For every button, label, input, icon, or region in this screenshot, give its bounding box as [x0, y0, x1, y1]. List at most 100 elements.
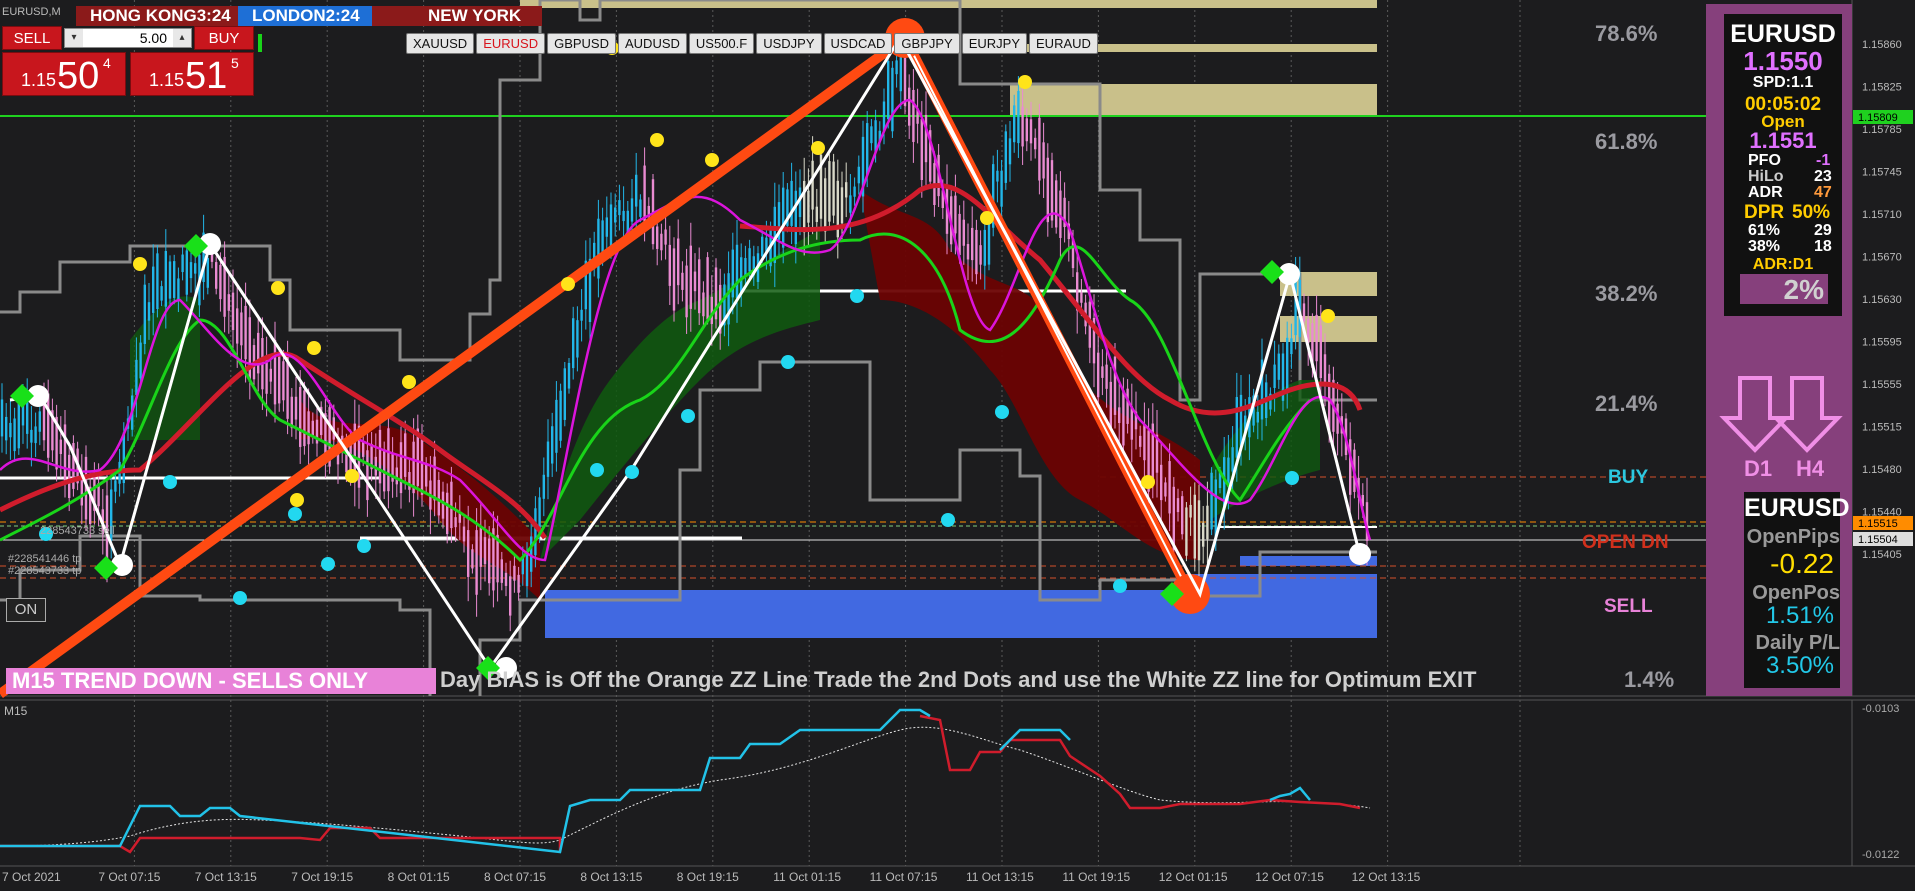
- cyan-dot: [850, 289, 864, 303]
- price-axis-label: 1.15480: [1862, 464, 1902, 476]
- symbol-tabs: XAUUSD EURUSD GBPUSD AUDUSD US500.F USDJ…: [406, 33, 1098, 54]
- exit-banner-text: Trade the 2nd Dots and use the White ZZ …: [814, 667, 1477, 692]
- session-london: LONDON2:24: [238, 6, 372, 26]
- price-axis-label: 1.15710: [1862, 209, 1902, 221]
- time-axis-label: 8 Oct 13:15: [580, 870, 642, 884]
- lot-size-value[interactable]: 5.00: [140, 30, 167, 46]
- info-adr-timeframe: ADR:D1: [1752, 256, 1814, 273]
- sub-window-label: M15: [4, 704, 28, 718]
- price-axis-label: 1.15405: [1862, 549, 1902, 561]
- sub-axis-bottom: -0.0122: [1862, 849, 1899, 861]
- yellow-dot: [811, 141, 825, 155]
- time-axis-label: 11 Oct 07:15: [870, 870, 938, 884]
- yellow-dot: [1321, 309, 1335, 323]
- bias-banner-text: Day BIAS is Off the Orange ZZ Line: [440, 667, 808, 692]
- on-toggle-button[interactable]: ON: [6, 598, 46, 622]
- info-spread: SPD:1.1: [1752, 74, 1814, 91]
- buy-quote[interactable]: 1.15 51 5: [130, 52, 254, 97]
- fib-61: 61.8%: [1595, 129, 1657, 154]
- daily-pl-value: 3.50%: [1765, 652, 1834, 679]
- tab-xauusd[interactable]: XAUUSD: [406, 33, 475, 54]
- cyan-dot: [781, 355, 795, 369]
- one-click-trading-panel: SELL ▾ 5.00 ▴ BUY 1.15 50 4 1.15 51 5: [2, 26, 254, 97]
- yellow-dot: [290, 493, 304, 507]
- sell-quote[interactable]: 1.15 50 4: [2, 52, 126, 97]
- lot-decrease-icon[interactable]: ▾: [65, 29, 83, 47]
- time-axis-label: 11 Oct 13:15: [966, 870, 1034, 884]
- panel-indicator-icon: [258, 34, 262, 52]
- info-open-price: 1.1551: [1749, 128, 1817, 153]
- time-axis-label: 7 Oct 2021: [2, 870, 61, 884]
- yellow-dot: [650, 133, 664, 147]
- fib-21: 21.4%: [1595, 391, 1657, 416]
- time-axis-label: 12 Oct 01:15: [1159, 870, 1228, 884]
- open-pos-value: 1.51%: [1765, 602, 1834, 629]
- cyan-dot: [625, 465, 639, 479]
- price-marker-bid: 1.15504: [1858, 534, 1898, 546]
- lot-size-input[interactable]: ▾ 5.00 ▴: [64, 28, 192, 48]
- zone-label-open: OPEN DN: [1582, 532, 1669, 553]
- cyan-dot: [1285, 471, 1299, 485]
- tab-usdjpy[interactable]: USDJPY: [756, 33, 822, 54]
- fib-1: 1.4%: [1624, 667, 1674, 692]
- white-pivot-dot: [1349, 543, 1371, 565]
- time-axis-label: 8 Oct 01:15: [388, 870, 450, 884]
- price-axis-label: 1.15745: [1862, 167, 1902, 179]
- cyan-dot: [357, 539, 371, 553]
- tab-usdcad[interactable]: USDCAD: [823, 33, 893, 54]
- tab-eurjpy[interactable]: EURJPY: [961, 33, 1028, 54]
- buy-quote-prefix: 1.15: [149, 70, 185, 90]
- price-axis-label: 1.15630: [1862, 294, 1902, 306]
- time-axis-label: 7 Oct 07:15: [98, 870, 160, 884]
- info-price: 1.1550: [1743, 46, 1823, 76]
- time-axis-label: 7 Oct 19:15: [291, 870, 353, 884]
- price-axis-label: 1.15825: [1862, 82, 1902, 94]
- info-pct: 2%: [1783, 274, 1824, 305]
- sell-button[interactable]: SELL: [2, 26, 62, 50]
- chart-canvas[interactable]: 78.6% 61.8% 38.2% 21.4% 1.4% BUY OPEN DN…: [0, 0, 1915, 891]
- cyan-dot: [321, 557, 335, 571]
- yellow-dot: [402, 375, 416, 389]
- info-pct-box: 2%: [1740, 274, 1828, 305]
- time-axis-label: 7 Oct 13:15: [195, 870, 257, 884]
- yellow-dot: [307, 341, 321, 355]
- tab-eurusd[interactable]: EURUSD: [476, 33, 546, 54]
- buy-quote-sup: 5: [231, 55, 239, 71]
- tab-gbpjpy[interactable]: GBPJPY: [894, 33, 960, 54]
- time-axis-label: 11 Oct 19:15: [1062, 870, 1130, 884]
- price-axis-label: 1.15555: [1862, 379, 1902, 391]
- fib-38: 38.2%: [1595, 281, 1657, 306]
- buy-button[interactable]: BUY: [194, 26, 254, 50]
- price-axis-label: 1.15860: [1862, 39, 1902, 51]
- time-axis-label: 12 Oct 13:15: [1352, 870, 1421, 884]
- info-adr-key: ADR: [1748, 184, 1783, 201]
- lot-increase-icon[interactable]: ▴: [173, 29, 191, 47]
- info-38-val: 18: [1814, 238, 1832, 255]
- fib-78: 78.6%: [1595, 21, 1657, 46]
- tab-gbpusd[interactable]: GBPUSD: [547, 33, 616, 54]
- cyan-dot: [941, 513, 955, 527]
- tab-euraud[interactable]: EURAUD: [1029, 33, 1098, 54]
- yellow-dot: [561, 277, 575, 291]
- sub-axis-top: -0.0103: [1862, 703, 1899, 715]
- price-axis-label: 1.15595: [1862, 337, 1902, 349]
- chart-symbol-label: EURUSD,M: [2, 6, 61, 18]
- time-axis-label: 11 Oct 01:15: [773, 870, 841, 884]
- yellow-dot: [271, 281, 285, 295]
- session-newyork: NEW YORK: [372, 6, 542, 26]
- tab-us500f[interactable]: US500.F: [688, 33, 755, 54]
- info-symbol: EURUSD: [1730, 20, 1836, 48]
- yellow-dot: [133, 257, 147, 271]
- order-line-1: #228541446 tp: [8, 553, 81, 565]
- info-38-key: 38%: [1748, 238, 1781, 255]
- session-hongkong: HONG KONG3:24: [76, 6, 238, 26]
- trend-banner: M15 TREND DOWN - SELLS ONLY: [6, 668, 436, 694]
- yellow-dot: [980, 211, 994, 225]
- cyan-dot: [163, 475, 177, 489]
- order-line-3: 228543733 sell: [40, 525, 115, 537]
- yellow-dot: [705, 153, 719, 167]
- bias-d1-label: D1: [1744, 456, 1773, 481]
- zone-label-sell: SELL: [1604, 596, 1653, 617]
- tab-audusd[interactable]: AUDUSD: [618, 33, 687, 54]
- time-axis-label: 8 Oct 07:15: [484, 870, 546, 884]
